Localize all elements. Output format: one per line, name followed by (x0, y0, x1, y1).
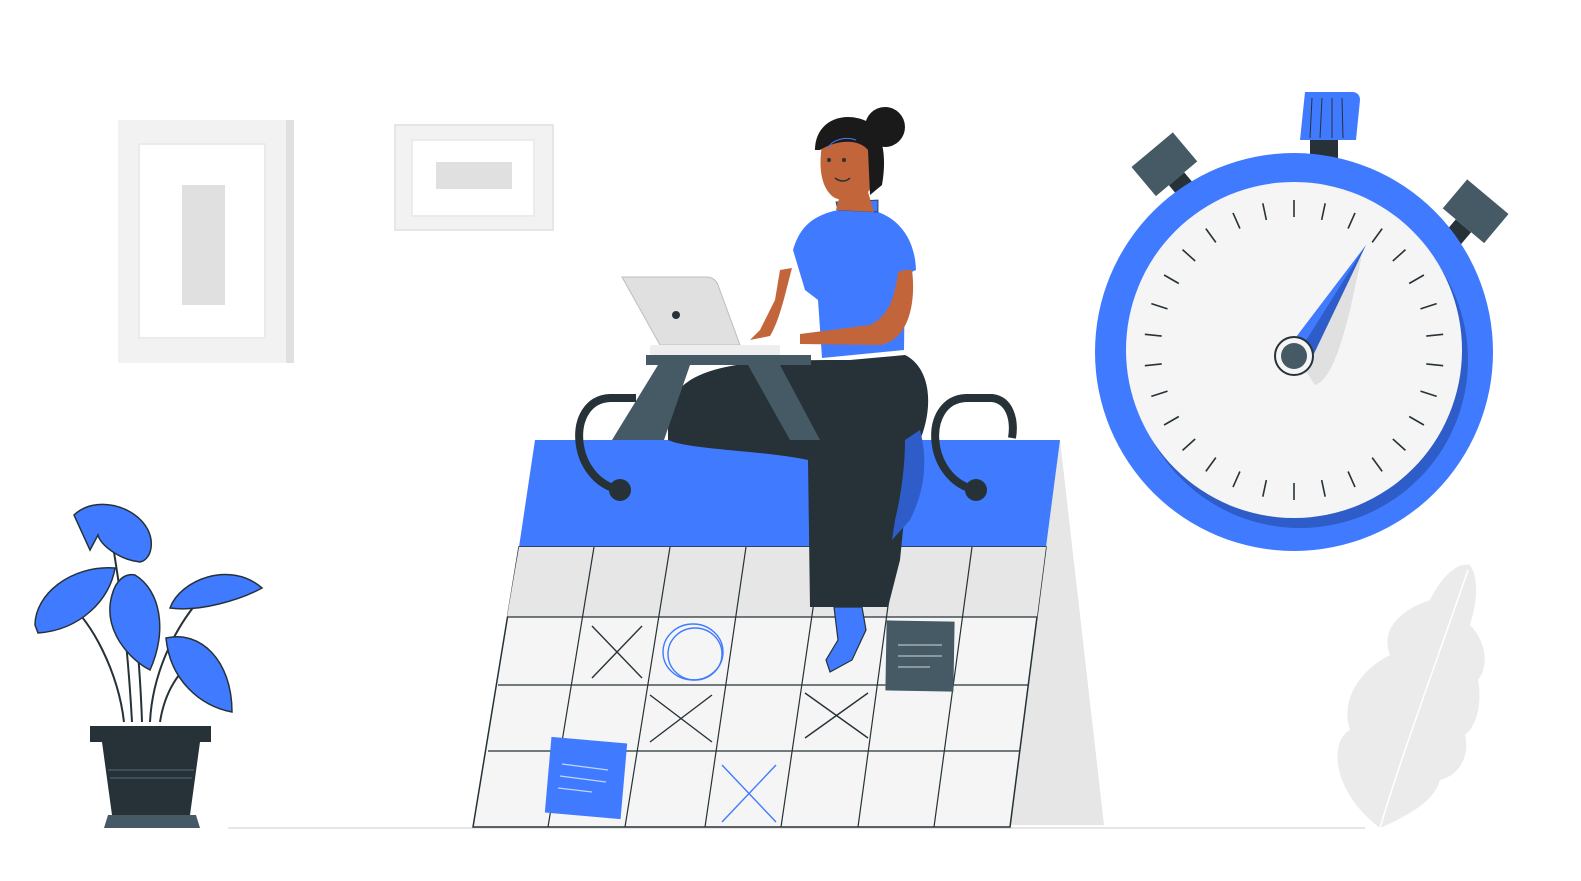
wall-frame-icon (118, 120, 294, 363)
calendar-icon (472, 394, 1104, 828)
plant-icon (34, 503, 264, 828)
sticky-note-icon (885, 620, 955, 692)
stopwatch-icon (1095, 92, 1509, 551)
illustration-stage (0, 0, 1581, 881)
leaf-icon (1337, 564, 1485, 829)
illustration-canvas (34, 92, 1509, 829)
wall-frame-icon (394, 124, 554, 231)
laptop-icon (621, 276, 780, 355)
sticky-note-icon (544, 736, 628, 820)
